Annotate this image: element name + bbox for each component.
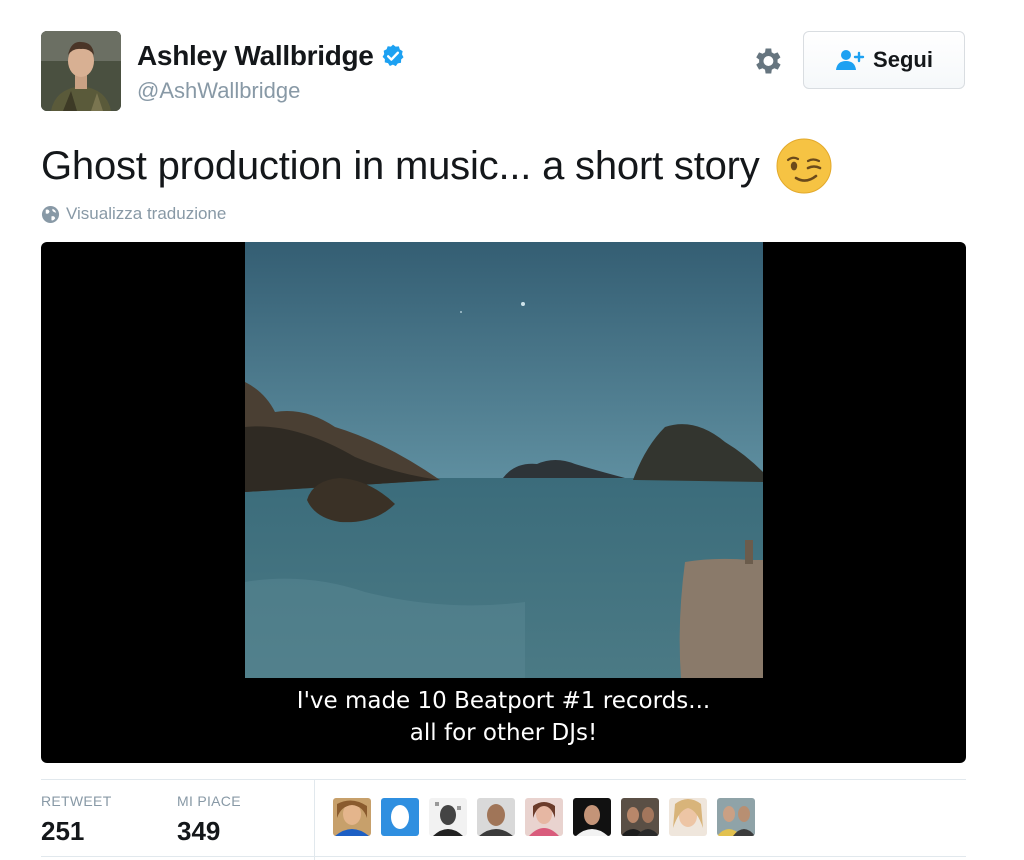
user-handle[interactable]: @AshWallbridge	[137, 78, 300, 104]
liker-avatar[interactable]	[477, 798, 515, 836]
winking-face-icon	[776, 138, 832, 194]
liker-avatar[interactable]	[573, 798, 611, 836]
liker-avatar[interactable]	[717, 798, 755, 836]
retweets-label[interactable]: RETWEET	[41, 793, 112, 809]
liker-avatar[interactable]	[525, 798, 563, 836]
gear-icon[interactable]	[750, 44, 784, 78]
video-subtitle-line-1: I've made 10 Beatport #1 records...	[296, 688, 711, 714]
likes-label[interactable]: MI PIACE	[177, 793, 241, 809]
liker-avatar[interactable]	[621, 798, 659, 836]
liker-avatar[interactable]	[669, 798, 707, 836]
tweet-text-content: Ghost production in music... a short sto…	[41, 143, 760, 188]
likers-list	[333, 798, 765, 836]
translate-label: Visualizza traduzione	[66, 204, 227, 223]
video-frame	[245, 242, 763, 678]
divider-bottom	[41, 856, 966, 857]
globe-icon	[41, 205, 60, 223]
liker-avatar[interactable]	[333, 798, 371, 836]
video-player[interactable]: I've made 10 Beatport #1 records... all …	[41, 242, 966, 763]
translate-link[interactable]: Visualizza traduzione	[41, 204, 226, 224]
retweets-count[interactable]: 251	[41, 816, 84, 847]
author-avatar[interactable]	[41, 31, 121, 111]
verified-badge-icon	[382, 44, 404, 67]
divider-top	[41, 779, 966, 780]
liker-avatar[interactable]	[381, 798, 419, 836]
liker-avatar[interactable]	[429, 798, 467, 836]
likes-count[interactable]: 349	[177, 816, 220, 847]
tweet-text: Ghost production in music... a short sto…	[41, 138, 832, 194]
add-user-icon	[836, 50, 865, 70]
video-subtitle-line-2: all for other DJs!	[409, 720, 598, 746]
stats-divider	[314, 779, 315, 860]
follow-button-label: Segui	[873, 47, 933, 72]
display-name[interactable]: Ashley Wallbridge	[137, 40, 374, 72]
follow-button[interactable]: Segui	[803, 31, 965, 89]
